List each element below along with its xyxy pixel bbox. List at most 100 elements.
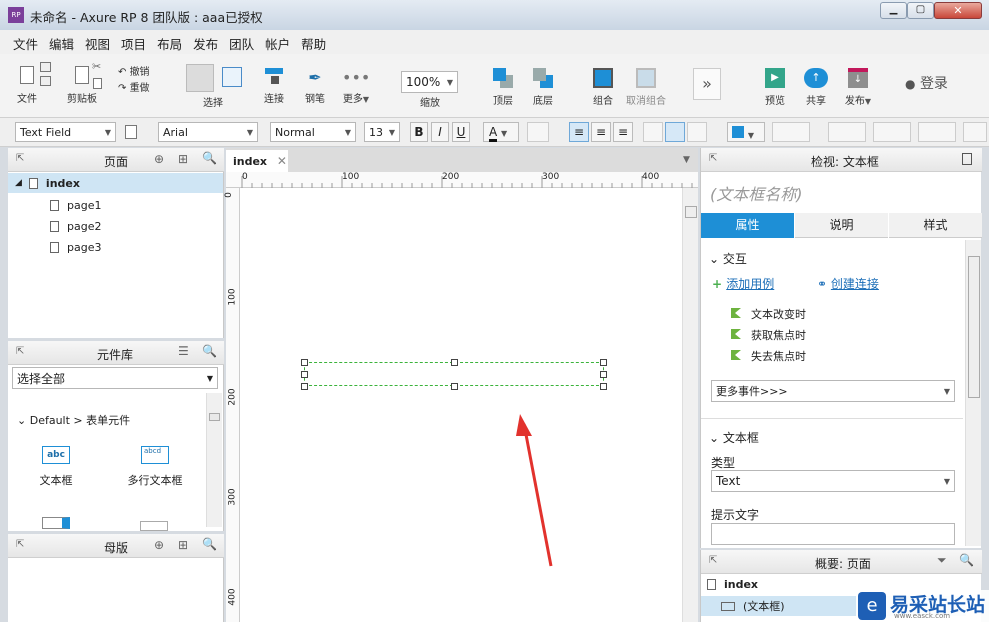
menu-item[interactable]: 帮助: [301, 37, 326, 52]
add-page-icon[interactable]: ⊕: [154, 152, 164, 166]
bold-button[interactable]: B: [410, 122, 428, 142]
file-button[interactable]: 文件: [14, 62, 40, 105]
scrollbar-thumb[interactable]: [685, 206, 697, 218]
tab-properties[interactable]: 属性: [701, 213, 794, 238]
login-button[interactable]: ● 登录: [905, 73, 948, 93]
widget-multiline-text[interactable]: abcd 多行文本框: [125, 446, 185, 488]
group-button[interactable]: 组合: [591, 68, 615, 107]
add-case-link[interactable]: + 添加用例: [712, 275, 774, 292]
preview-button[interactable]: ▶ 预览: [763, 68, 787, 107]
save-icon[interactable]: [40, 62, 51, 72]
page-item-page1[interactable]: page1: [50, 195, 101, 215]
notes-page-icon[interactable]: [962, 153, 972, 165]
collapse-icon[interactable]: ⇱: [709, 555, 717, 566]
inspector-scrollbar[interactable]: [965, 240, 981, 546]
search-icon[interactable]: 🔍: [959, 553, 974, 567]
align-center-button[interactable]: ≡: [591, 122, 611, 142]
align-left-button[interactable]: ≡: [569, 122, 589, 142]
add-master-icon[interactable]: ⊕: [154, 538, 164, 552]
resize-handle[interactable]: [600, 383, 607, 390]
design-canvas[interactable]: [240, 188, 682, 622]
search-icon[interactable]: 🔍: [202, 537, 217, 551]
filter-icon[interactable]: ⏷: [937, 553, 947, 568]
widget-text-field[interactable]: abc 文本框: [34, 446, 78, 488]
tab-notes[interactable]: 说明: [795, 213, 888, 238]
redo-button[interactable]: ↷ 重做: [118, 79, 150, 94]
library-scrollbar[interactable]: [206, 393, 222, 527]
tab-style[interactable]: 样式: [889, 213, 982, 238]
fill-color-button[interactable]: ▼: [727, 122, 765, 142]
font-style-select[interactable]: Normal ▼: [270, 122, 356, 142]
valign-top-button[interactable]: [643, 122, 663, 142]
resize-handle[interactable]: [301, 371, 308, 378]
resize-handle[interactable]: [301, 383, 308, 390]
more-events-select[interactable]: 更多事件>>> ▼: [711, 380, 955, 402]
collapse-icon[interactable]: ⇱: [16, 153, 24, 164]
send-to-back-button[interactable]: 底层: [531, 68, 555, 107]
widget-name-field[interactable]: (文本框名称): [710, 181, 803, 205]
menu-item[interactable]: 项目: [121, 37, 146, 52]
style-edit-icon[interactable]: [125, 125, 137, 139]
page-item-page3[interactable]: page3: [50, 237, 101, 257]
resize-handle[interactable]: [301, 359, 308, 366]
library-group-header[interactable]: ⌄ Default > 表单元件: [17, 412, 130, 428]
search-icon[interactable]: 🔍: [202, 151, 217, 165]
page-item-index[interactable]: ◢ index: [8, 173, 223, 193]
add-folder-icon[interactable]: ⊞: [178, 152, 188, 166]
publish-button[interactable]: ↓ 发布▼: [843, 68, 873, 107]
valign-bottom-button[interactable]: [687, 122, 707, 142]
canvas-scrollbar[interactable]: [682, 188, 698, 622]
ungroup-button[interactable]: 取消组合: [626, 68, 666, 107]
resize-handle[interactable]: [451, 359, 458, 366]
search-icon[interactable]: 🔍: [202, 344, 217, 358]
connect-button[interactable]: 连接: [262, 68, 286, 105]
tab-index[interactable]: index ✕: [226, 150, 288, 172]
library-select[interactable]: 选择全部 ▼: [12, 367, 218, 389]
close-tab-icon[interactable]: ✕: [277, 154, 287, 168]
resize-handle[interactable]: [451, 383, 458, 390]
resize-handle[interactable]: [600, 359, 607, 366]
line-width-button[interactable]: [873, 122, 911, 142]
font-family-select[interactable]: Arial ▼: [158, 122, 258, 142]
undo-button[interactable]: ↶ 撤销: [118, 63, 150, 78]
minimize-button[interactable]: ▁: [880, 2, 907, 19]
widget-listbox-icon[interactable]: [140, 521, 168, 531]
text-color-button[interactable]: A ▼: [483, 122, 519, 142]
menu-item[interactable]: 视图: [85, 37, 110, 52]
outline-page-item[interactable]: index: [707, 578, 758, 591]
maximize-button[interactable]: ▢: [907, 2, 934, 19]
interaction-section-header[interactable]: ⌄ 交互: [709, 250, 747, 267]
menu-item[interactable]: 发布: [193, 37, 218, 52]
shadow-button[interactable]: [772, 122, 810, 142]
widget-dropdown-icon[interactable]: [42, 517, 70, 529]
font-size-select[interactable]: 13 ▼: [364, 122, 400, 142]
expand-toolbar-button[interactable]: »: [693, 68, 721, 100]
hint-text-input[interactable]: [711, 523, 955, 545]
line-style-button[interactable]: [918, 122, 956, 142]
tab-list-chevron-icon[interactable]: ▼: [683, 155, 690, 165]
menu-item[interactable]: 文件: [13, 37, 38, 52]
valign-middle-button[interactable]: [665, 122, 685, 142]
type-select[interactable]: Text ▼: [711, 470, 955, 492]
menu-item[interactable]: 编辑: [49, 37, 74, 52]
more-button[interactable]: ••• 更多▼: [342, 68, 370, 105]
arrow-style-button[interactable]: [963, 122, 987, 142]
widget-type-select[interactable]: Text Field ▼: [15, 122, 116, 142]
italic-button[interactable]: I: [431, 122, 449, 142]
menu-icon[interactable]: ☰: [178, 344, 189, 358]
add-folder-icon[interactable]: ⊞: [178, 538, 188, 552]
close-button[interactable]: ✕: [934, 2, 982, 19]
collapse-icon[interactable]: ⇱: [16, 346, 24, 357]
select-intersect-icon[interactable]: [186, 64, 214, 92]
event-text-changed[interactable]: 文本改变时: [731, 306, 806, 322]
event-focus[interactable]: 获取焦点时: [731, 327, 806, 343]
line-color-button[interactable]: [828, 122, 866, 142]
resize-handle[interactable]: [600, 371, 607, 378]
pen-button[interactable]: ✒ 钢笔: [303, 68, 327, 105]
menu-item[interactable]: 布局: [157, 37, 182, 52]
bullet-list-button[interactable]: [527, 122, 549, 142]
menu-item[interactable]: 帐户: [265, 37, 290, 52]
scrollbar-thumb[interactable]: [209, 413, 220, 421]
copy-icon[interactable]: [93, 78, 102, 89]
textbox-section-header[interactable]: ⌄ 文本框: [709, 429, 759, 446]
